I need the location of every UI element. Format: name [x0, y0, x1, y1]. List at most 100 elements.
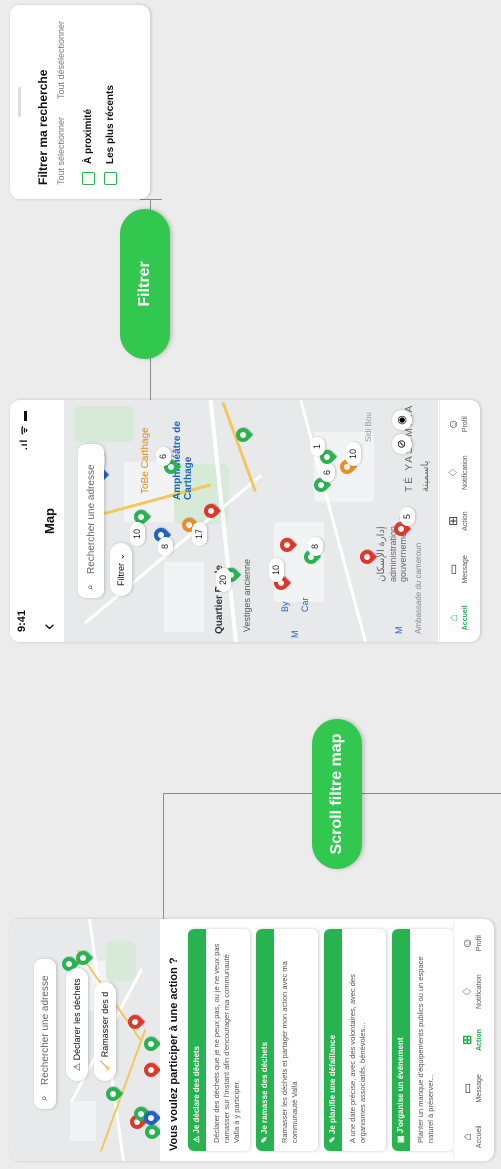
tab-profil[interactable]: ☺ Profil	[440, 400, 480, 448]
home-icon: ⌂	[460, 1133, 474, 1141]
map-pin-count: 6	[320, 462, 335, 482]
annotation-filtrer: Filtrer	[120, 209, 170, 359]
map-pin-count: 6	[156, 446, 171, 466]
bell-icon: ♢	[460, 986, 474, 997]
tab-profil[interactable]: ☺ Profil	[454, 919, 494, 967]
search-placeholder: Rechercher une adresse	[86, 464, 97, 574]
connector-line	[163, 794, 164, 919]
option-label: À proximité	[83, 108, 95, 164]
tab-accueil[interactable]: ⌂ Accueil	[454, 1113, 494, 1161]
map-label: Vestiges ancienne	[242, 558, 252, 632]
search-icon: ⌕	[85, 584, 96, 590]
status-icons: .ıl ᯤ ▬	[19, 410, 30, 451]
plus-icon: ⊞	[460, 1034, 474, 1046]
card-body: A une date précise, avec des volontaires…	[348, 974, 367, 1143]
main-map[interactable]: ToBe Carthage Amphithéâtre de Carthage Q…	[64, 400, 438, 642]
map-label: ToBe Carthage	[140, 427, 151, 494]
tab-bar: ⌂ Accueil ▭ Message ⊞ Action ♢ Notification …	[453, 919, 494, 1161]
tab-message[interactable]: ▭ Message	[440, 545, 480, 593]
search-bar[interactable]: ⌕ Rechercher une adresse	[78, 444, 104, 598]
tab-label: Profil	[462, 416, 469, 433]
map-label: By	[280, 601, 290, 612]
tab-label: Notification	[476, 974, 483, 1009]
map-pin[interactable]	[141, 1034, 160, 1054]
sheet-handle[interactable]	[18, 87, 21, 117]
message-icon: ▭	[460, 1082, 474, 1095]
tab-label: Profil	[476, 935, 483, 952]
map-screen: 9:41 .ıl ᯤ ▬ ‹ Map ToBe Carthage Amphith…	[10, 400, 480, 642]
map-pin-count: 10	[346, 441, 361, 466]
tab-notification[interactable]: ♢ Notification	[454, 967, 494, 1015]
checkbox[interactable]	[82, 172, 95, 185]
map-pin[interactable]	[357, 547, 377, 567]
card-icon: ✎	[260, 1134, 269, 1143]
option-proximity[interactable]: À proximité	[82, 109, 95, 185]
tab-label: Notification	[462, 455, 469, 490]
home-icon: ⌂	[446, 614, 460, 622]
home-map[interactable]: ⌕ Rechercher une adresse ⚠ Déclarer les …	[10, 919, 160, 1161]
map-pin-count: 5	[400, 506, 415, 526]
chip-ramasser[interactable]: 🧹 Ramasser des d	[94, 981, 116, 1081]
tab-label: Message	[462, 555, 469, 584]
card-body: Planter un manque d'équipements publics …	[416, 956, 435, 1143]
option-recent[interactable]: Les plus récents	[104, 85, 117, 185]
annotation-scroll-filtre: Scroll filtre map	[312, 719, 362, 869]
map-label: M	[394, 626, 404, 635]
message-icon: ▭	[446, 563, 460, 576]
map-pin-count: 10	[130, 521, 145, 546]
tab-label: Message	[476, 1074, 483, 1103]
chip-declarer[interactable]: ⚠ Déclarer les déchets	[66, 968, 88, 1081]
map-label: M	[290, 630, 300, 639]
card-organise[interactable]: ▣ J'organise un événement Planter un man…	[392, 929, 454, 1151]
chip-ramasser-icon: 🧹	[100, 1057, 110, 1071]
tab-label: Accueil	[462, 605, 469, 631]
map-label: Quartier Pu de	[214, 565, 225, 634]
chip-ramasser-label: Ramasser des d	[100, 991, 110, 1058]
tab-bar: ⌂ Accueil ▭ Message ⊞ Action ♢ Notification …	[439, 400, 480, 642]
map-label: إدارة الإسكان	[376, 526, 387, 582]
card-declare[interactable]: ⚠ Je déclare des déchets Déclarer des dé…	[188, 929, 250, 1151]
sheet-title: Vous voulez participer à une action ?	[168, 957, 180, 1151]
select-all-link[interactable]: Tout sélectionner	[56, 117, 66, 185]
deselect-all-link[interactable]: Tout désélectionner	[56, 21, 66, 99]
search-icon: ⌕	[39, 1095, 50, 1101]
map-pin[interactable]	[141, 1060, 160, 1080]
map-park	[106, 941, 136, 981]
canvas: 9:41 .ıl ᯤ ▬ ⌕ Rechercher une adres	[0, 0, 501, 1169]
card-body: Ramasser les déchets et partager mon act…	[280, 961, 299, 1143]
plus-icon: ⊞	[446, 515, 460, 527]
search-bar[interactable]: ⌕ Rechercher une adresse	[34, 959, 56, 1109]
map-pin-count: 10	[269, 557, 284, 582]
filter-chip[interactable]: Filtrer ⌄	[110, 542, 132, 596]
card-ramasse[interactable]: ✎ Je ramasse des déchets Ramasser les dé…	[256, 929, 318, 1151]
chevron-down-icon: ⌄	[116, 552, 126, 561]
page-title: Map	[42, 508, 57, 534]
map-pin-count: 17	[192, 521, 207, 546]
filter-label: Filtrer	[116, 563, 126, 586]
chip-declarer-icon: ⚠	[72, 1060, 82, 1071]
search-placeholder: Rechercher une adresse	[40, 975, 51, 1085]
map-pin[interactable]	[125, 1012, 145, 1032]
tab-notification[interactable]: ♢ Notification	[440, 448, 480, 496]
card-icon: ▣	[396, 1133, 405, 1143]
checkbox[interactable]	[104, 172, 117, 185]
compass-button[interactable]: ⊘	[392, 434, 412, 454]
card-planifie[interactable]: ✎ Je planifie une défaillance A une date…	[324, 929, 386, 1151]
filter-title: Filtrer ma recherche	[36, 69, 50, 185]
map-block	[70, 1101, 96, 1141]
tab-action[interactable]: ⊞ Action	[454, 1016, 494, 1064]
map-label: administration gouvernementale	[388, 512, 408, 582]
map-label: Ambassade du cameroun	[414, 542, 423, 634]
tab-action[interactable]: ⊞ Action	[440, 497, 480, 545]
status-bar: 9:41 .ıl ᯤ ▬	[10, 400, 32, 642]
map-pin[interactable]	[142, 1122, 160, 1142]
card-title: Je ramasse des déchets	[260, 1042, 269, 1135]
tab-label: Action	[476, 1029, 483, 1051]
map-label: Amphithéâtre de Carthage	[172, 421, 194, 500]
tab-message[interactable]: ▭ Message	[454, 1064, 494, 1112]
card-title: Je planifie une défaillance	[328, 1034, 337, 1135]
tab-accueil[interactable]: ⌂ Accueil	[440, 594, 480, 642]
connector-line	[140, 199, 162, 200]
locate-button[interactable]: ◉	[392, 410, 412, 430]
card-icon: ✎	[328, 1134, 337, 1143]
